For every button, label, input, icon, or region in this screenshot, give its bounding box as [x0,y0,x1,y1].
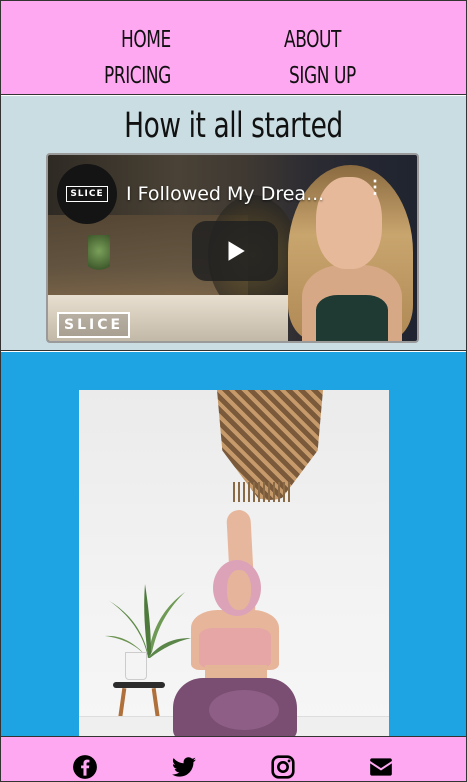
video-watermark[interactable]: SLICE [57,312,131,338]
story-section: How it all started SLICE I Followed My D… [1,96,466,351]
instagram-icon[interactable] [270,754,296,780]
channel-badge-text: SLICE [66,186,108,202]
hero-section [1,352,466,736]
video-title[interactable]: I Followed My Drea... [126,183,324,205]
email-icon[interactable] [368,754,394,780]
footer [1,736,466,781]
twitter-icon[interactable] [171,754,197,780]
video-plant [88,235,110,275]
aloe-plant [105,584,191,658]
page: HOME ABOUT PRICING SIGN UP How it all st… [0,0,467,782]
nav-link-pricing[interactable]: PRICING [104,63,171,89]
more-vert-icon[interactable]: ⋮ [366,178,384,209]
nav-link-sign-up[interactable]: SIGN UP [289,63,356,89]
facebook-icon[interactable] [72,754,98,780]
play-icon [228,241,245,261]
channel-avatar[interactable]: SLICE [57,164,117,224]
nav-link-about[interactable]: ABOUT [284,27,341,53]
video-embed[interactable]: SLICE I Followed My Drea... ⋮ SLICE [46,153,419,343]
yoga-pose-photo [79,390,389,736]
nav-link-home[interactable]: HOME [121,27,171,53]
top-nav: HOME ABOUT PRICING SIGN UP [1,1,466,95]
section-heading: How it all started [124,106,343,146]
play-button[interactable] [192,221,278,281]
